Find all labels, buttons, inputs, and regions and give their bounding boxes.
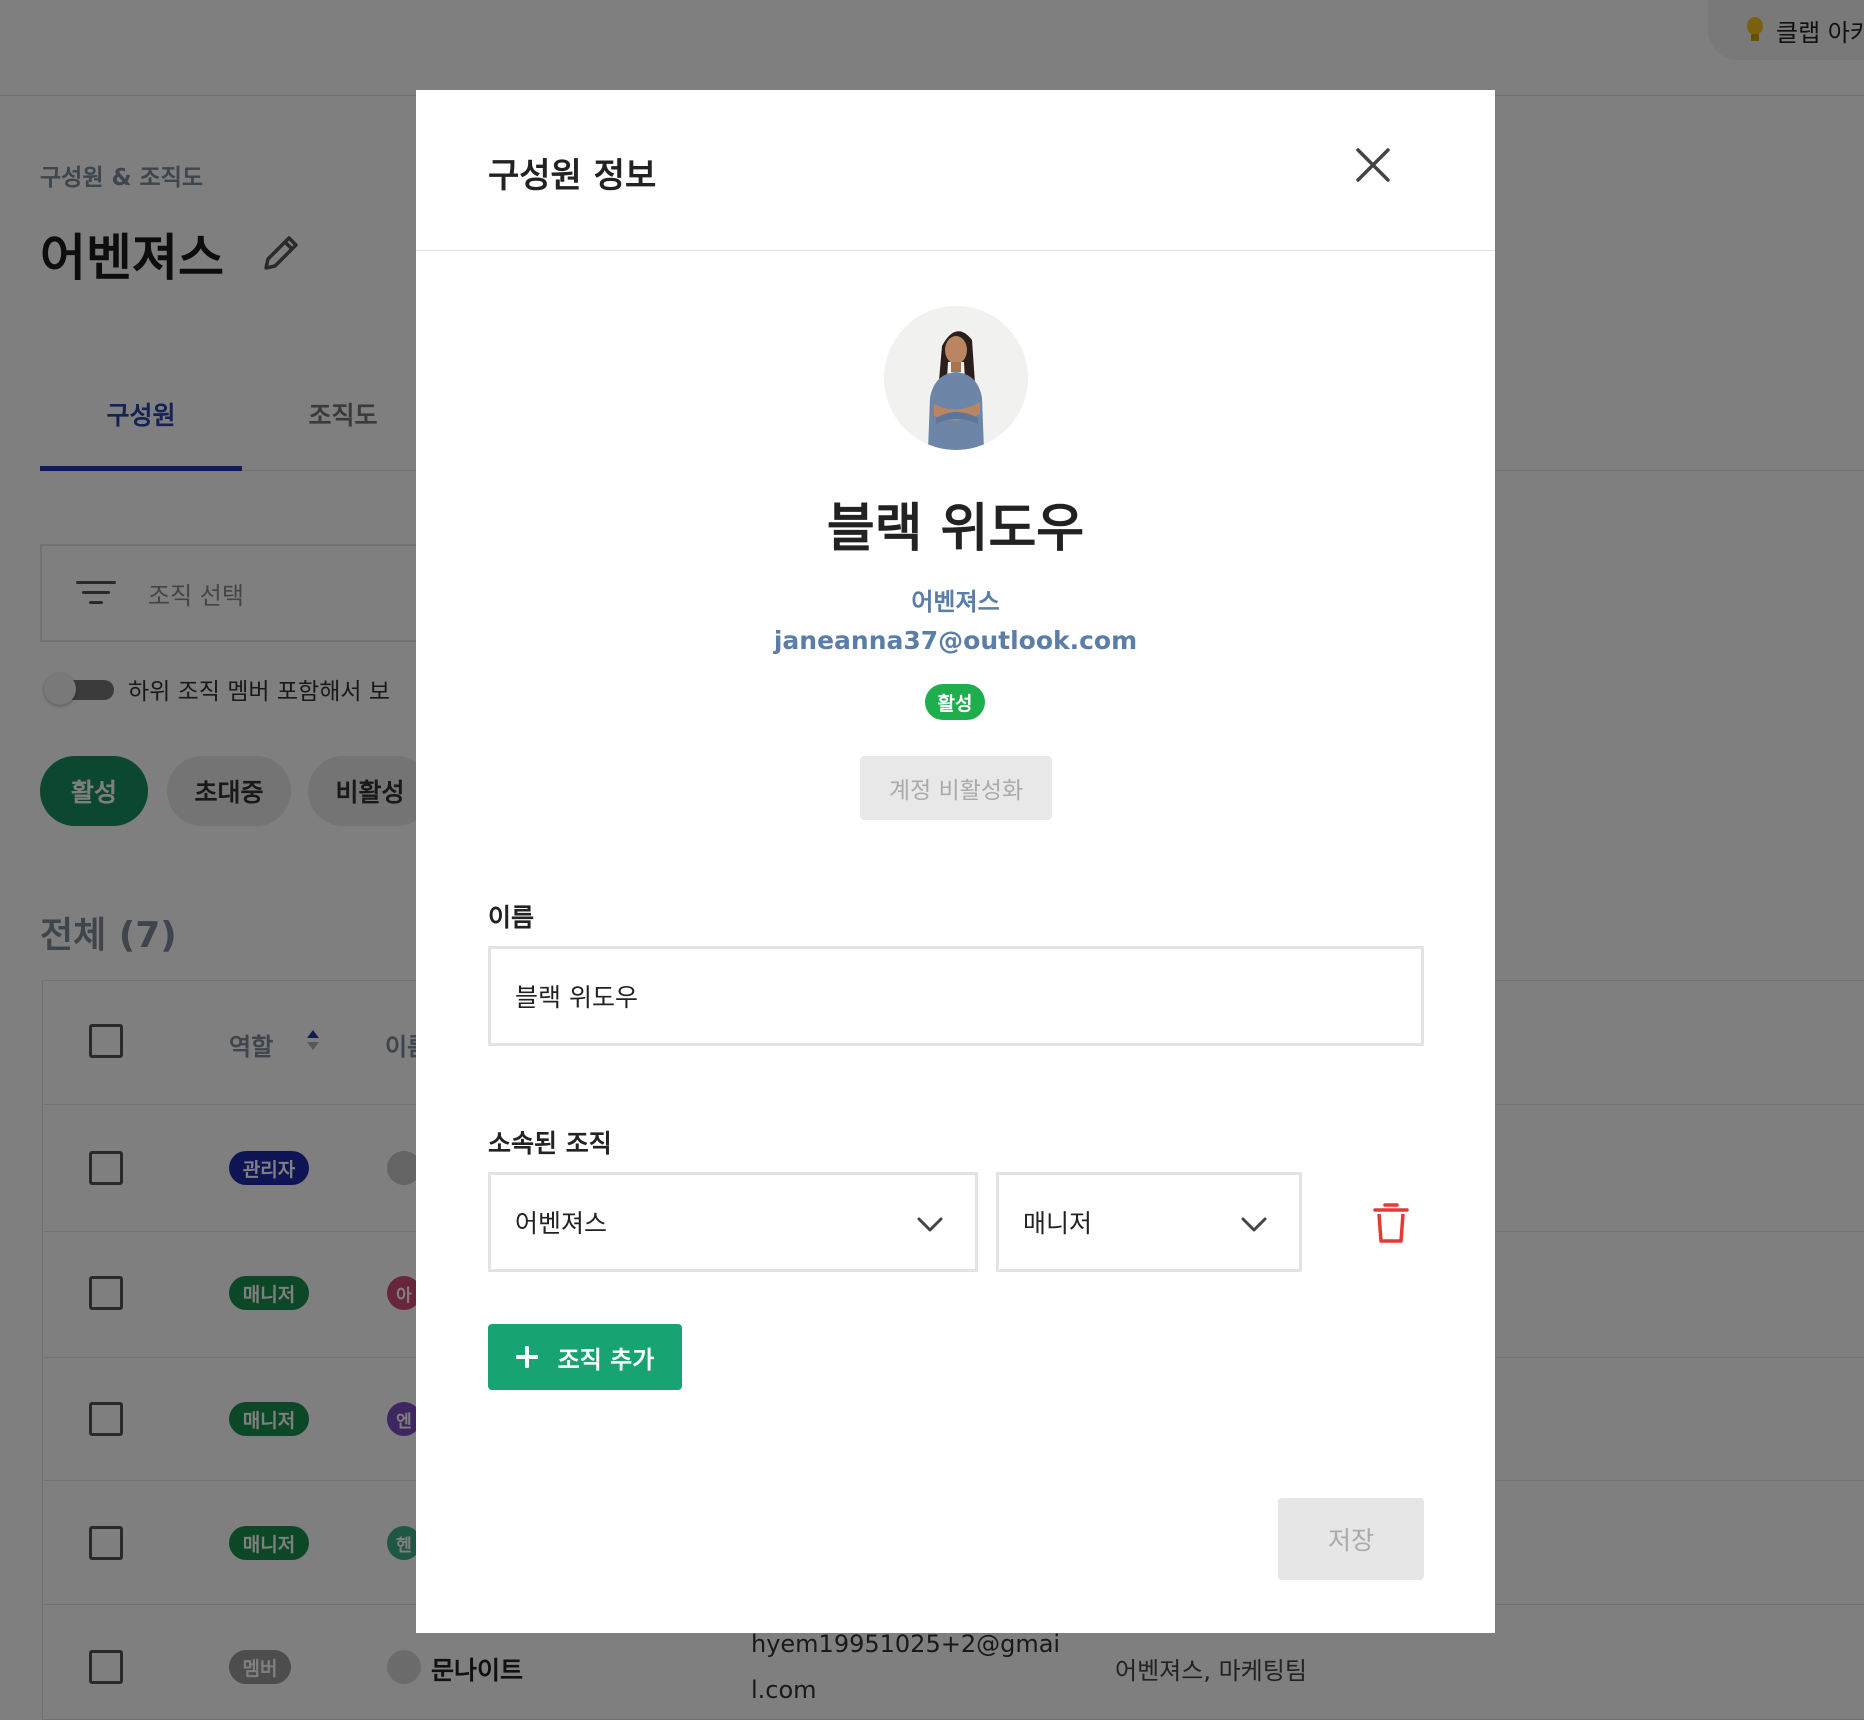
status-badge: 활성 [925, 684, 985, 720]
plus-icon [515, 1346, 538, 1368]
name-field-label: 이름 [488, 903, 535, 932]
org-select[interactable]: 어벤져스 [488, 1172, 978, 1272]
member-info-modal: 구성원 정보 블랙 위도우 어벤져스 janeanna37@outlook.co… [416, 90, 1495, 1633]
close-icon[interactable] [1352, 144, 1394, 186]
name-input[interactable] [488, 946, 1424, 1046]
trash-icon[interactable] [1372, 1202, 1410, 1244]
modal-header: 구성원 정보 [416, 90, 1495, 251]
role-select[interactable]: 매니저 [996, 1172, 1302, 1272]
save-button[interactable]: 저장 [1278, 1498, 1424, 1580]
member-email: janeanna37@outlook.com [773, 626, 1138, 655]
member-org: 어벤져스 [911, 588, 1000, 616]
member-name-heading: 블랙 위도우 [826, 499, 1085, 559]
chevron-down-icon [917, 1217, 943, 1232]
org-section-label: 소속된 조직 [488, 1129, 612, 1158]
add-org-button[interactable]: 조직 추가 [488, 1324, 682, 1390]
add-org-label: 조직 추가 [557, 1345, 655, 1374]
profile-photo [884, 306, 1028, 450]
chevron-down-icon [1241, 1217, 1267, 1232]
deactivate-account-button[interactable]: 계정 비활성화 [860, 756, 1052, 820]
role-select-value: 매니저 [1023, 1209, 1093, 1238]
org-select-value: 어벤져스 [515, 1209, 608, 1238]
modal-title: 구성원 정보 [488, 156, 657, 196]
